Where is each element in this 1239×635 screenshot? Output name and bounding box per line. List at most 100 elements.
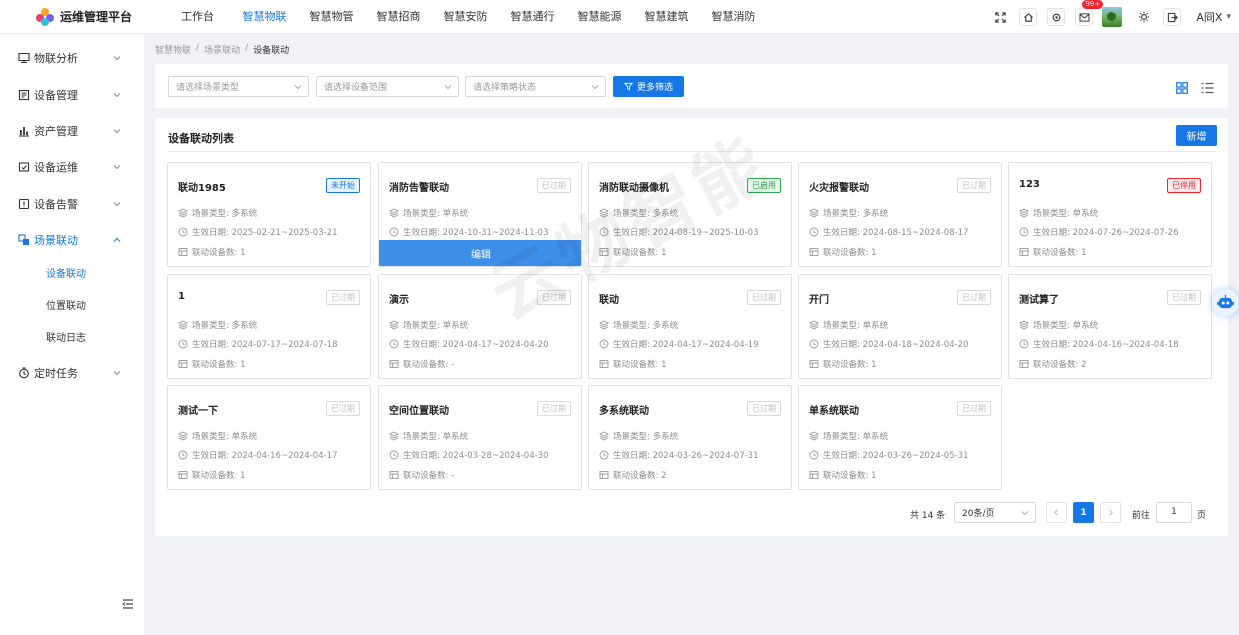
- settings-icon[interactable]: [1047, 8, 1066, 26]
- sidebar-sub-item[interactable]: 联动日志: [0, 325, 144, 353]
- device-scope-select[interactable]: 请选择设备范围: [316, 76, 459, 97]
- next-page-button[interactable]: [1100, 502, 1121, 523]
- linkage-card[interactable]: 演示 已过期 场景类型: 单系统 生效日期: 2024-04-17~2024-04-2…: [378, 274, 582, 379]
- linkage-card[interactable]: 测试算了 已过期 场景类型: 单系统 生效日期: 2024-04-16~2024-04…: [1008, 274, 1212, 379]
- breadcrumb-item[interactable]: 智慧物联: [155, 43, 191, 56]
- prev-page-button[interactable]: [1046, 502, 1067, 523]
- top-nav: 工作台 智慧物联 智慧物管 智慧招商 智慧安防 智慧通行 智慧能源 智慧建筑 智慧消防: [164, 0, 767, 34]
- linkage-card[interactable]: 联动1985 未开始 场景类型: 多系统 生效日期: 2025-02-21~2025-…: [167, 162, 371, 267]
- card-device-count: 联动设备数: 1: [809, 469, 876, 481]
- theme-icon[interactable]: [1135, 8, 1153, 26]
- card-device-count: 联动设备数: 2: [599, 469, 666, 481]
- page-number-button[interactable]: 1: [1073, 502, 1094, 523]
- monitor-icon: [18, 52, 30, 64]
- sidebar-item-label: 设备运维: [34, 161, 78, 174]
- scene-type-text: 场景类型: 多系统: [613, 432, 679, 442]
- logo-icon: [36, 7, 54, 26]
- page-size-select[interactable]: 20条/页: [954, 502, 1036, 523]
- top-nav-item[interactable]: 智慧安防: [432, 0, 499, 34]
- sidebar-sub-item[interactable]: 设备联动: [0, 261, 144, 289]
- list-view-icon[interactable]: [1201, 82, 1214, 94]
- mail-icon[interactable]: 99+: [1075, 0, 1104, 26]
- scene-type-select[interactable]: 请选择场景类型: [168, 76, 309, 97]
- card-scene-type: 场景类型: 多系统: [599, 207, 678, 219]
- device-count-text: 联动设备数: 1: [613, 360, 667, 370]
- sidebar-sub-item[interactable]: 位置联动: [0, 293, 144, 321]
- add-button[interactable]: 新增: [1176, 125, 1217, 146]
- card-date-range: 生效日期: 2024-04-17~2024-04-19: [599, 338, 758, 350]
- goto-page-input[interactable]: 1: [1156, 502, 1192, 523]
- sidebar-item[interactable]: 设备管理: [0, 81, 144, 109]
- top-nav-item[interactable]: 智慧物管: [298, 0, 365, 34]
- goto-suffix: 页: [1197, 511, 1207, 521]
- chevron-down-icon: [444, 85, 452, 90]
- layers-icon: [178, 431, 188, 441]
- grid-view-icon[interactable]: [1176, 82, 1188, 94]
- clock-icon: [599, 339, 609, 349]
- app-logo[interactable]: 运维管理平台: [0, 7, 148, 26]
- sidebar-item[interactable]: 设备运维: [0, 153, 144, 181]
- linkage-card[interactable]: 单系统联动 已过期 场景类型: 单系统 生效日期: 2024-03-26~2024-0…: [798, 385, 1002, 490]
- sidebar-item[interactable]: 设备告警: [0, 190, 144, 218]
- chevron-down-icon: [113, 129, 121, 134]
- device-list-icon: [809, 248, 819, 256]
- card-device-count: 联动设备数: 1: [178, 358, 245, 370]
- sidebar-item[interactable]: 场景联动: [0, 226, 144, 254]
- sidebar-item[interactable]: 定时任务: [0, 359, 144, 387]
- linkage-card[interactable]: 消防告警联动 已过期 场景类型: 单系统 生效日期: 2024-10-31~2024-…: [378, 162, 582, 267]
- top-nav-item[interactable]: 智慧建筑: [633, 0, 700, 34]
- more-filter-button[interactable]: 更多筛选: [613, 76, 684, 97]
- user-avatar[interactable]: [1102, 7, 1123, 27]
- scene-type-text: 场景类型: 单系统: [403, 321, 469, 331]
- top-nav-item[interactable]: 工作台: [164, 0, 231, 34]
- filter-icon: [623, 82, 633, 91]
- card-date-range: 生效日期: 2025-02-21~2025-03-21: [178, 226, 337, 238]
- card-date-range: 生效日期: 2024-03-26~2024-07-31: [599, 449, 758, 461]
- date-range-text: 生效日期: 2024-07-17~2024-07-18: [192, 340, 338, 350]
- scene-type-text: 场景类型: 单系统: [192, 432, 258, 442]
- card-scene-type: 场景类型: 单系统: [389, 319, 468, 331]
- card-date-range: 生效日期: 2024-07-17~2024-07-18: [178, 338, 337, 350]
- clock-icon: [599, 227, 609, 237]
- linkage-card[interactable]: 多系统联动 已过期 场景类型: 多系统 生效日期: 2024-03-26~2024-0…: [588, 385, 792, 490]
- linkage-card[interactable]: 123 已停用 场景类型: 单系统 生效日期: 2024-07-26~2024-07-…: [1008, 162, 1212, 267]
- linkage-card[interactable]: 联动 已过期 场景类型: 多系统 生效日期: 2024-04-17~2024-04-1…: [588, 274, 792, 379]
- assistant-button[interactable]: [1212, 289, 1239, 316]
- card-title: 消防告警联动: [389, 183, 449, 194]
- sidebar-item-label: 物联分析: [34, 52, 78, 65]
- goto-label: 前往: [1132, 511, 1151, 521]
- device-count-text: 联动设备数: -: [403, 471, 455, 481]
- linkage-card[interactable]: 1 已过期 场景类型: 多系统 生效日期: 2024-07-17~2024-07-18…: [167, 274, 371, 379]
- top-nav-item[interactable]: 智慧消防: [700, 0, 767, 34]
- card-device-count: 联动设备数: 1: [809, 358, 876, 370]
- top-nav-item[interactable]: 智慧物联: [231, 0, 298, 34]
- layers-icon: [1019, 320, 1029, 330]
- status-badge: 已过期: [537, 290, 571, 305]
- policy-status-select[interactable]: 请选择策略状态: [465, 76, 606, 97]
- card-device-count: 联动设备数: 1: [809, 246, 876, 258]
- sidebar-item[interactable]: 物联分析: [0, 44, 144, 72]
- sidebar: 物联分析设备管理资产管理设备运维设备告警场景联动定时任务 设备联动位置联动联动日志: [0, 34, 144, 635]
- sidebar-item[interactable]: 资产管理: [0, 117, 144, 145]
- sidebar-item-label: 设备告警: [34, 198, 78, 211]
- top-nav-item[interactable]: 智慧通行: [499, 0, 566, 34]
- logout-icon[interactable]: [1163, 8, 1182, 26]
- edit-button[interactable]: 编辑: [379, 240, 581, 266]
- linkage-card[interactable]: 火灾报警联动 已过期 场景类型: 多系统 生效日期: 2024-08-15~2024-…: [798, 162, 1002, 267]
- top-nav-item[interactable]: 智慧能源: [566, 0, 633, 34]
- layers-icon: [809, 208, 819, 218]
- breadcrumb-item[interactable]: 场景联动: [204, 43, 240, 56]
- user-name[interactable]: A冏X: [1196, 9, 1222, 25]
- clock-icon: [809, 227, 819, 237]
- top-nav-item[interactable]: 智慧招商: [365, 0, 432, 34]
- card-scene-type: 场景类型: 多系统: [178, 319, 257, 331]
- scene-type-placeholder: 请选择场景类型: [176, 83, 240, 93]
- linkage-card[interactable]: 开门 已过期 场景类型: 单系统 生效日期: 2024-04-18~2024-04-2…: [798, 274, 1002, 379]
- chevron-down-icon[interactable]: ▾: [1226, 12, 1231, 22]
- home-icon[interactable]: [1019, 8, 1038, 26]
- collapse-menu-icon[interactable]: [122, 598, 134, 610]
- linkage-card[interactable]: 空间位置联动 已过期 场景类型: 单系统 生效日期: 2024-03-28~2024-…: [378, 385, 582, 490]
- linkage-card[interactable]: 消防联动摄像机 已启用 场景类型: 多系统 生效日期: 2024-08-19~2025…: [588, 162, 792, 267]
- fullscreen-icon[interactable]: [991, 8, 1009, 26]
- linkage-card[interactable]: 测试一下 已过期 场景类型: 单系统 生效日期: 2024-04-16~2024-04…: [167, 385, 371, 490]
